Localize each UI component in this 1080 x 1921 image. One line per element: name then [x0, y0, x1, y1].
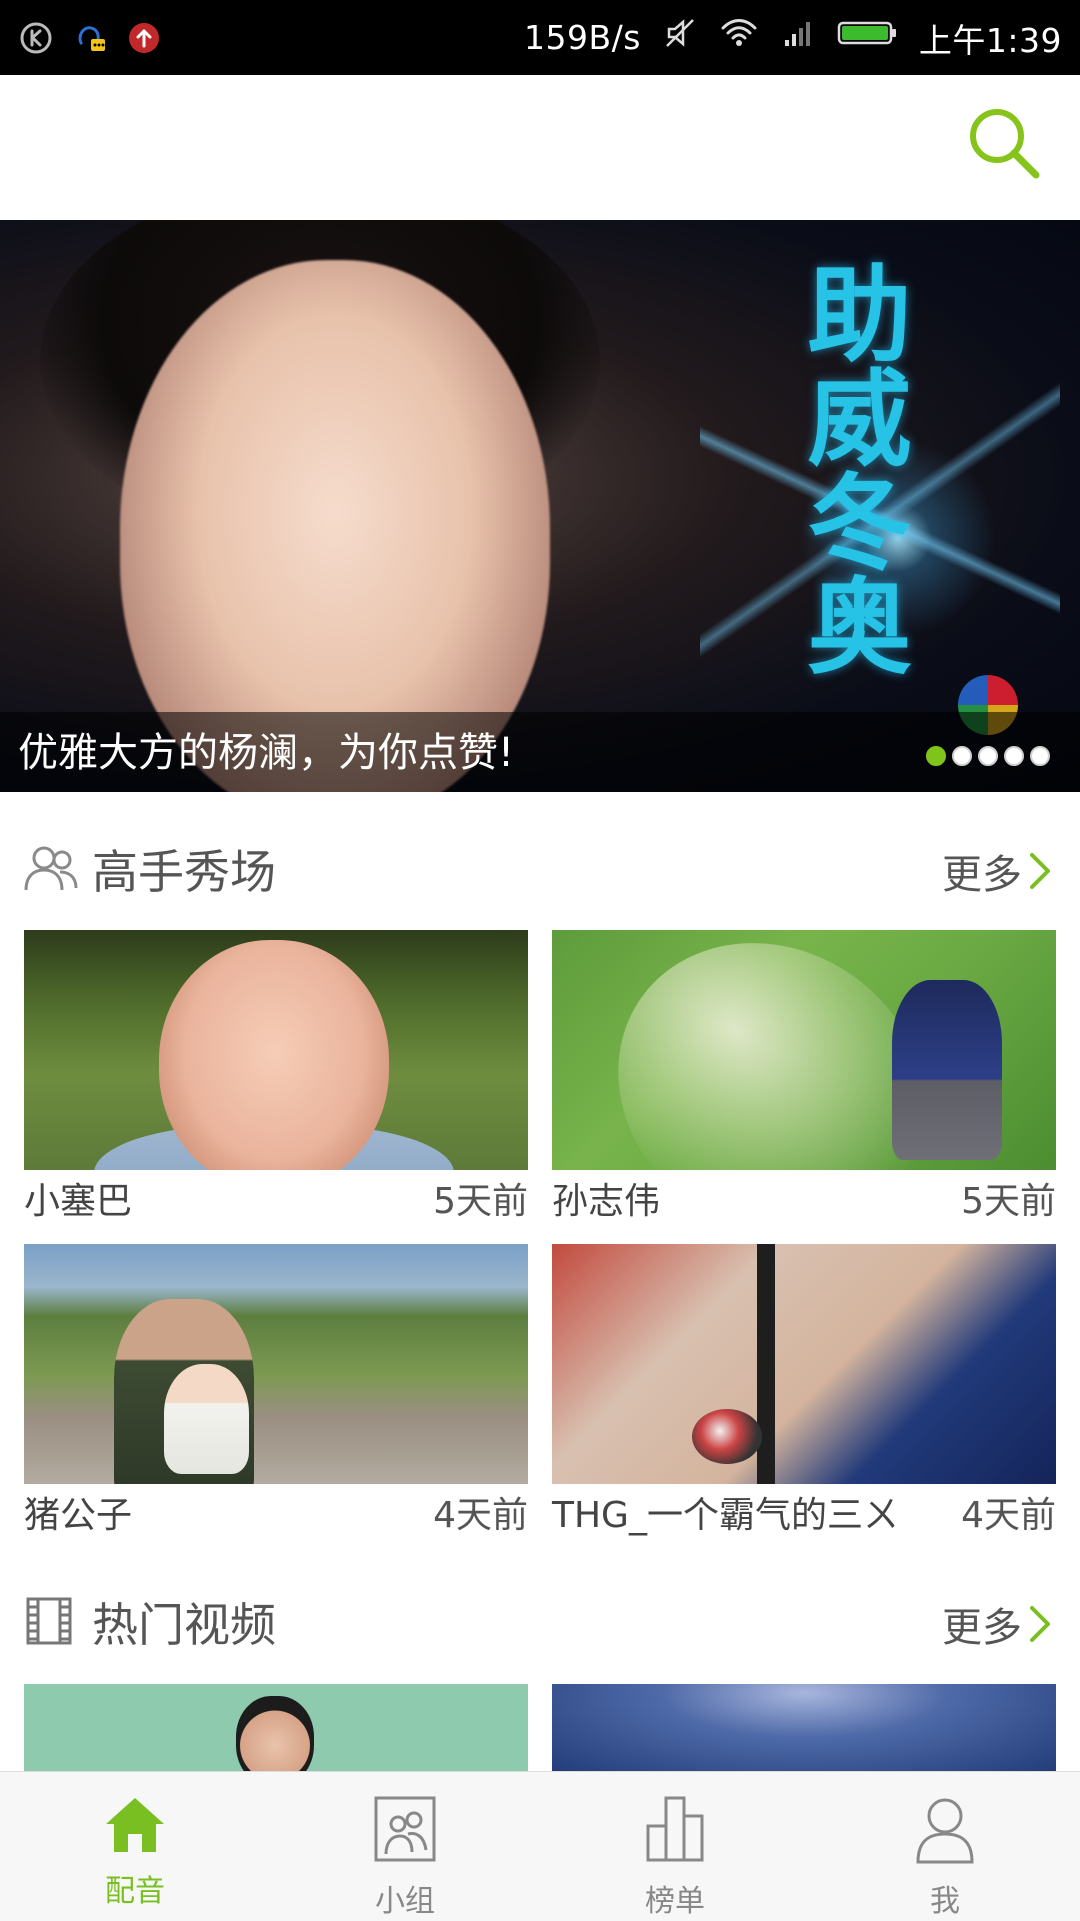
- card-username: 小塞巴: [24, 1181, 133, 1222]
- thumbnail-art: [164, 1364, 249, 1474]
- banner-dot-4[interactable]: [1004, 746, 1024, 766]
- card-meta: 小塞巴 5天前: [24, 1175, 528, 1222]
- expert-thumbnail-4: [552, 1244, 1056, 1484]
- expert-thumbnail-3: [24, 1244, 528, 1484]
- expert-thumbnail-1: [24, 930, 528, 1170]
- search-icon: [970, 109, 1040, 179]
- battery-icon: [837, 16, 897, 59]
- nav-tab-me[interactable]: 我: [810, 1772, 1080, 1921]
- thumbnail-art: [757, 1244, 775, 1484]
- mute-icon: [663, 16, 697, 59]
- users-icon: [22, 842, 80, 894]
- expert-thumbnail-2: [552, 930, 1056, 1170]
- card-meta: 孙志伟 5天前: [552, 1175, 1056, 1222]
- banner-dot-2[interactable]: [952, 746, 972, 766]
- top-header: [0, 75, 1080, 221]
- nav-label: 配音: [105, 1874, 165, 1909]
- banner-caption: 优雅大方的杨澜，为你点赞!: [18, 730, 515, 776]
- status-bar-right: 159B/s 上午1:39: [524, 14, 1080, 62]
- bottom-navigation: 配音 小组 榜单 我: [0, 1771, 1080, 1921]
- group-icon: [374, 1796, 436, 1862]
- video-thumbnail-2: [552, 1684, 1056, 1772]
- chevron-right-icon: [1030, 1606, 1050, 1642]
- thumbnail-art: [892, 980, 1002, 1160]
- section-hot-videos-header: 热门视频 更多: [0, 1565, 1080, 1675]
- expert-card-1[interactable]: 小塞巴 5天前: [24, 930, 528, 1222]
- nav-label: 榜单: [645, 1884, 705, 1919]
- card-username: 孙志伟: [552, 1181, 661, 1222]
- hero-banner[interactable]: 助威冬奥 优雅大方的杨澜，为你点赞!: [0, 220, 1080, 792]
- clock: 上午1:39: [918, 20, 1062, 60]
- k-app-icon: [18, 20, 54, 56]
- banner-pagination: [926, 746, 1050, 766]
- thumbnail-art: [159, 940, 389, 1170]
- thumbnail-art: [236, 1696, 314, 1772]
- search-button[interactable]: [964, 103, 1044, 183]
- card-timestamp: 4天前: [961, 1495, 1056, 1536]
- section-experts-title: 高手秀场: [92, 845, 276, 899]
- home-icon: [106, 1798, 164, 1852]
- card-meta: THG_一个霸气的三ㄨ 4天前: [552, 1489, 1056, 1536]
- card-timestamp: 5天前: [961, 1181, 1056, 1222]
- more-label: 更多: [942, 852, 1022, 898]
- banner-dot-3[interactable]: [978, 746, 998, 766]
- nav-tab-dubbing[interactable]: 配音: [0, 1772, 270, 1921]
- nav-tab-rankings[interactable]: 榜单: [540, 1772, 810, 1921]
- wifi-icon: [719, 16, 759, 59]
- section-hot-videos-more-link[interactable]: 更多: [942, 1595, 1052, 1653]
- user-icon: [916, 1798, 974, 1864]
- film-icon: [22, 1595, 80, 1647]
- card-timestamp: 5天前: [433, 1181, 528, 1222]
- expert-card-3[interactable]: 猪公子 4天前: [24, 1244, 528, 1536]
- card-username: THG_一个霸气的三ㄨ: [552, 1495, 899, 1536]
- more-label: 更多: [942, 1605, 1022, 1651]
- nav-label: 我: [930, 1884, 960, 1919]
- signal-icon: [781, 16, 815, 59]
- card-meta: 猪公子 4天前: [24, 1489, 528, 1536]
- video-card-1[interactable]: [24, 1684, 528, 1772]
- video-card-2[interactable]: [552, 1684, 1056, 1772]
- hot-videos-grid: [24, 1684, 1056, 1772]
- section-hot-videos-title: 热门视频: [92, 1598, 276, 1652]
- expert-card-2[interactable]: 孙志伟 5天前: [552, 930, 1056, 1222]
- card-timestamp: 4天前: [433, 1495, 528, 1536]
- nav-tab-groups[interactable]: 小组: [270, 1772, 540, 1921]
- experts-grid: 小塞巴 5天前 孙志伟 5天前 猪公子 4天前 THG_一个霸气的三ㄨ 4天前: [24, 930, 1056, 1536]
- thumbnail-art: [692, 1409, 762, 1464]
- video-thumbnail-1: [24, 1684, 528, 1772]
- banner-vertical-title: 助威冬奥: [789, 260, 912, 676]
- banner-dot-5[interactable]: [1030, 746, 1050, 766]
- status-bar-left: [0, 20, 162, 56]
- status-bar: 159B/s 上午1:39: [0, 0, 1080, 75]
- network-speed: 159B/s: [523, 18, 641, 57]
- section-experts-more-link[interactable]: 更多: [942, 842, 1052, 900]
- nav-label: 小组: [375, 1884, 435, 1919]
- expert-card-4[interactable]: THG_一个霸气的三ㄨ 4天前: [552, 1244, 1056, 1536]
- qq-chat-icon: [72, 20, 108, 56]
- chevron-right-icon: [1030, 853, 1050, 889]
- card-username: 猪公子: [24, 1495, 133, 1536]
- banner-dot-1[interactable]: [926, 746, 946, 766]
- section-experts-header: 高手秀场 更多: [0, 812, 1080, 922]
- rankings-icon: [646, 1796, 704, 1862]
- upload-notification-icon: [126, 20, 162, 56]
